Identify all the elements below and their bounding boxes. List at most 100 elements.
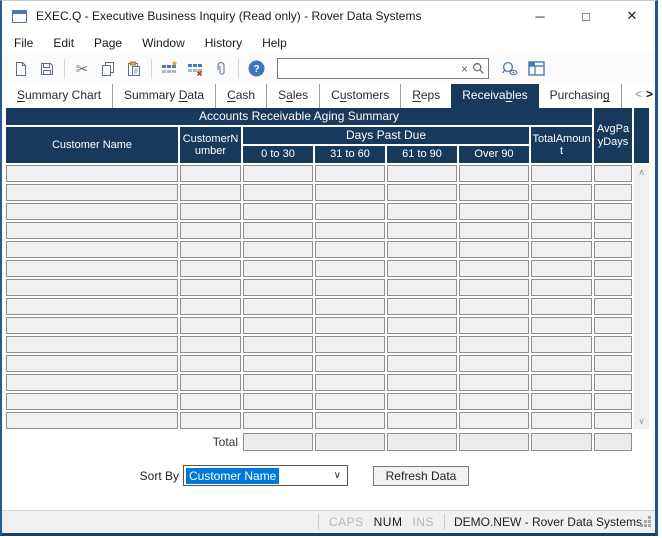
toolbar-separator — [64, 59, 65, 79]
menu-item-help[interactable]: Help — [252, 33, 297, 53]
table-cell — [459, 165, 529, 182]
table-cell — [180, 279, 241, 296]
table-row[interactable] — [6, 165, 632, 182]
table-cell — [387, 355, 457, 372]
scroll-up-icon[interactable]: ∧ — [634, 165, 649, 180]
menu-item-page[interactable]: Page — [84, 33, 132, 53]
table-cell — [315, 222, 385, 239]
column-header-over-90[interactable]: Over 90 — [459, 146, 529, 163]
tab-purchasing[interactable]: Purchasing — [539, 84, 621, 108]
layout-icon[interactable] — [523, 57, 549, 81]
total-cell-avg-pay-days — [594, 433, 632, 451]
table-cell — [315, 203, 385, 220]
table-cell — [459, 222, 529, 239]
chevron-down-icon[interactable]: ∨ — [334, 470, 347, 481]
scroll-down-icon[interactable]: ∨ — [634, 414, 649, 429]
table-cell — [594, 184, 632, 201]
minimize-button[interactable]: ─ — [517, 1, 563, 31]
caps-lock-indicator: CAPS — [329, 515, 364, 529]
column-header-0-to-30[interactable]: 0 to 30 — [243, 146, 313, 163]
paste-icon[interactable] — [121, 57, 147, 81]
table-cell — [315, 298, 385, 315]
sort-by-dropdown[interactable]: Customer Name ∨ — [183, 465, 348, 486]
table-cell — [6, 203, 178, 220]
table-cell — [594, 317, 632, 334]
table-row[interactable] — [6, 336, 632, 353]
table-cell — [180, 241, 241, 258]
table-row[interactable] — [6, 222, 632, 239]
insert-row-icon[interactable] — [156, 57, 182, 81]
save-icon[interactable] — [34, 57, 60, 81]
table-cell — [315, 374, 385, 391]
menu-item-window[interactable]: Window — [132, 33, 195, 53]
table-row[interactable] — [6, 203, 632, 220]
table-row[interactable] — [6, 184, 632, 201]
status-bar: CAPS NUM INS DEMO.NEW - Rover Data Syste… — [2, 510, 655, 533]
table-row[interactable] — [6, 412, 632, 429]
table-cell — [594, 298, 632, 315]
tab-reps[interactable]: Reps — [400, 84, 451, 108]
table-cell — [387, 184, 457, 201]
company-context: DEMO.NEW - Rover Data Systems — [454, 515, 642, 529]
menu-item-history[interactable]: History — [195, 33, 252, 53]
table-row[interactable] — [6, 260, 632, 277]
maximize-button[interactable]: □ — [563, 1, 609, 31]
attachment-icon[interactable] — [208, 57, 234, 81]
help-icon[interactable]: ? — [243, 57, 269, 81]
table-row[interactable] — [6, 393, 632, 410]
column-header-61-to-90[interactable]: 61 to 90 — [387, 146, 457, 163]
table-cell — [315, 355, 385, 372]
vertical-scrollbar[interactable]: ∧ ∨ — [634, 165, 649, 429]
copy-icon[interactable] — [95, 57, 121, 81]
column-header-avg-pay-days[interactable]: AvgPayDays — [594, 108, 632, 163]
tab-scroll-right-icon[interactable]: > — [646, 87, 653, 101]
tab-vendors[interactable]: Vendors — [621, 84, 627, 108]
table-row[interactable] — [6, 241, 632, 258]
cut-icon[interactable]: ✂ — [69, 57, 95, 81]
resize-grip[interactable] — [648, 516, 651, 519]
title-bar: EXEC.Q - Executive Business Inquiry (Rea… — [2, 1, 655, 31]
delete-row-icon[interactable] — [182, 57, 208, 81]
clear-search-icon[interactable]: × — [457, 62, 472, 76]
column-header-customer-name[interactable]: Customer Name — [6, 127, 178, 163]
table-cell — [180, 317, 241, 334]
table-cell — [531, 374, 592, 391]
table-row[interactable] — [6, 279, 632, 296]
table-cell — [6, 393, 178, 410]
table-cell — [594, 279, 632, 296]
lookup-icon[interactable] — [497, 57, 523, 81]
tab-summary-data[interactable]: Summary Data — [112, 84, 215, 108]
table-cell — [243, 279, 313, 296]
refresh-data-button[interactable]: Refresh Data — [373, 466, 469, 486]
tab-sales[interactable]: Sales — [266, 84, 319, 108]
menu-item-file[interactable]: File — [4, 33, 43, 53]
tab-receivables[interactable]: Receivables — [451, 84, 538, 108]
tab-scroll-left-icon[interactable]: < — [635, 87, 642, 101]
toolbar: ✂ ? × — [4, 54, 655, 83]
table-cell — [6, 374, 178, 391]
total-label: Total — [6, 435, 241, 449]
table-row[interactable] — [6, 298, 632, 315]
tab-customers[interactable]: Customers — [319, 84, 400, 108]
new-document-icon[interactable] — [8, 57, 34, 81]
table-row[interactable] — [6, 317, 632, 334]
table-cell — [315, 241, 385, 258]
tab-cash[interactable]: Cash — [215, 84, 266, 108]
table-row[interactable] — [6, 374, 632, 391]
table-cell — [387, 317, 457, 334]
sort-by-selected-value: Customer Name — [186, 468, 279, 484]
table-cell — [531, 412, 592, 429]
column-header-31-to-60[interactable]: 31 to 60 — [315, 146, 385, 163]
close-button[interactable]: ✕ — [609, 1, 655, 31]
table-cell — [180, 393, 241, 410]
menu-item-edit[interactable]: Edit — [43, 33, 84, 53]
table-row[interactable] — [6, 355, 632, 372]
tab-summary-chart[interactable]: Summary Chart — [6, 84, 112, 108]
search-input[interactable] — [281, 61, 457, 77]
table-cell — [387, 222, 457, 239]
table-cell — [6, 317, 178, 334]
tab-strip: Summary ChartSummary DataCashSalesCustom… — [6, 84, 655, 108]
column-header-customer-number[interactable]: CustomerNumber — [180, 127, 241, 163]
search-icon[interactable] — [472, 62, 485, 75]
column-header-total-amount[interactable]: TotalAmount — [531, 127, 592, 163]
